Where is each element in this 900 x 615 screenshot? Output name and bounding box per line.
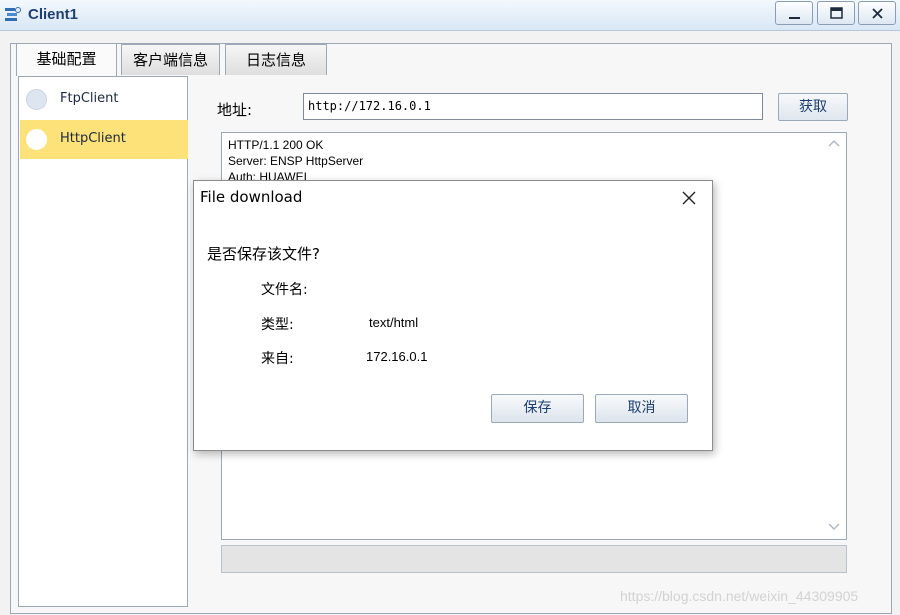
minimize-button[interactable]	[775, 1, 813, 25]
scroll-up-icon[interactable]	[826, 137, 842, 151]
response-text: HTTP/1.1 200 OK Server: ENSP HttpServer …	[228, 137, 363, 185]
title-bar: Client1	[0, 0, 900, 31]
from-value: 172.16.0.1	[366, 349, 428, 364]
filename-label: 文件名:	[261, 282, 308, 298]
client-list: FtpClient HttpClient	[18, 76, 188, 607]
dialog-title: File download	[200, 188, 303, 206]
client-status-icon	[26, 89, 47, 110]
type-label: 类型:	[261, 317, 294, 333]
list-item-label: HttpClient	[60, 131, 126, 146]
tab-client-info[interactable]: 客户端信息	[121, 44, 220, 75]
window-title: Client1	[28, 6, 79, 23]
response-line: HTTP/1.1 200 OK	[228, 138, 324, 152]
watermark: https://blog.csdn.net/weixin_44309905	[620, 588, 859, 604]
fetch-button[interactable]: 获取	[778, 93, 848, 121]
file-download-dialog: File download 是否保存该文件? 文件名: 类型: text/htm…	[193, 180, 713, 451]
list-item-httpclient[interactable]: HttpClient	[20, 120, 188, 159]
status-bar	[221, 545, 847, 573]
minimize-icon	[789, 17, 800, 19]
close-icon[interactable]	[680, 189, 698, 207]
address-label: 地址:	[217, 101, 253, 119]
save-button[interactable]: 保存	[491, 394, 584, 423]
type-value: text/html	[369, 315, 419, 330]
from-label: 来自:	[261, 351, 294, 367]
scroll-down-icon[interactable]	[826, 519, 842, 533]
address-input[interactable]: http://172.16.0.1	[303, 93, 763, 120]
tab-basic-config[interactable]: 基础配置	[16, 43, 117, 76]
response-line: Server: ENSP HttpServer	[228, 154, 364, 168]
maximize-button[interactable]	[817, 1, 855, 25]
app-icon	[5, 7, 21, 21]
list-item-ftpclient[interactable]: FtpClient	[20, 80, 188, 119]
close-window-button[interactable]	[858, 1, 896, 25]
close-icon	[872, 8, 883, 19]
cancel-button[interactable]: 取消	[595, 394, 688, 423]
maximize-icon	[830, 7, 843, 19]
client-status-icon	[26, 129, 47, 150]
tab-log-info[interactable]: 日志信息	[225, 44, 327, 75]
list-item-label: FtpClient	[60, 91, 119, 106]
dialog-question: 是否保存该文件?	[207, 245, 320, 263]
